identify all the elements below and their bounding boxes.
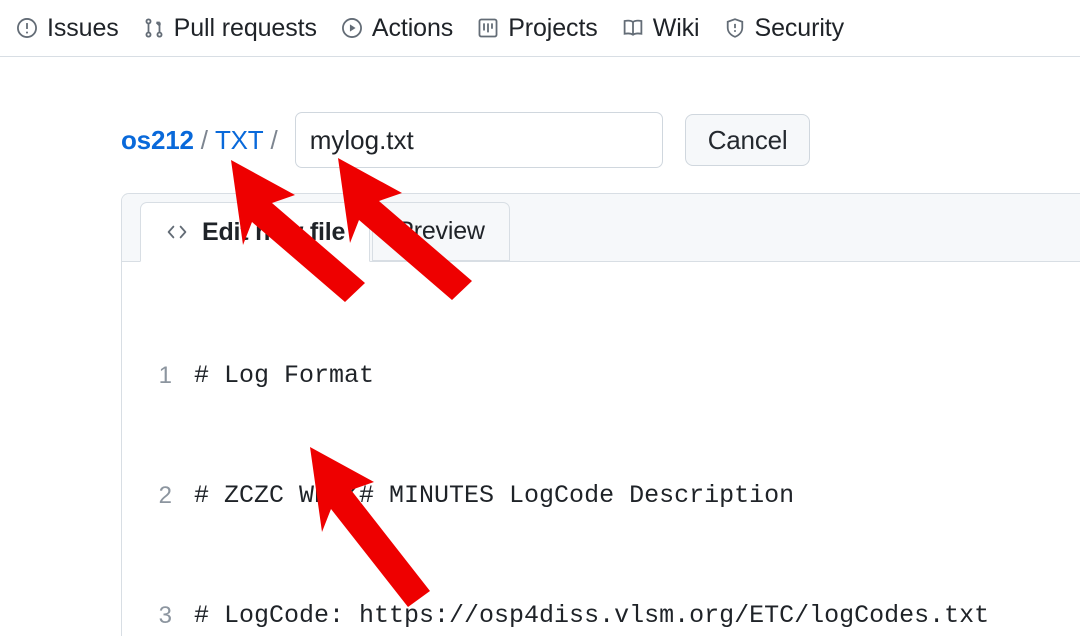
line-number: 2 [122,476,194,516]
line-content: # LogCode: https://osp4diss.vlsm.org/ETC… [194,596,1080,636]
nav-item-issues[interactable]: Issues [8,5,135,51]
cancel-button[interactable]: Cancel [685,114,811,166]
code-icon [165,220,189,244]
file-path-row: os212 / TXT / Cancel [121,112,810,168]
tab-preview-label: Preview [397,217,485,246]
issue-opened-icon [16,17,38,39]
nav-item-wiki-label: Wiki [653,14,700,43]
breadcrumb-separator-1: / [194,125,215,156]
breadcrumb-separator-2: / [263,125,284,156]
nav-item-actions[interactable]: Actions [333,5,469,51]
nav-item-wiki[interactable]: Wiki [614,5,716,51]
line-content: # ZCZC WEEK# MINUTES LogCode Description [194,476,1080,516]
code-line: 2 # ZCZC WEEK# MINUTES LogCode Descripti… [122,476,1080,516]
nav-item-pull-requests-label: Pull requests [174,14,317,43]
breadcrumb-directory-link[interactable]: TXT [215,125,264,156]
nav-item-projects-label: Projects [508,14,598,43]
line-content: # Log Format [194,356,1080,396]
nav-item-security[interactable]: Security [716,5,861,51]
tab-preview[interactable]: Preview [372,202,510,261]
code-line: 3 # LogCode: https://osp4diss.vlsm.org/E… [122,596,1080,636]
breadcrumb-repo-link[interactable]: os212 [121,125,194,156]
play-circle-icon [341,17,363,39]
code-editor-textarea[interactable]: 1 # Log Format 2 # ZCZC WEEK# MINUTES Lo… [122,262,1080,636]
nav-item-security-label: Security [755,14,845,43]
project-board-icon [477,17,499,39]
repository-nav: Issues Pull requests Actions [0,0,1080,57]
shield-icon [724,17,746,39]
line-number: 1 [122,356,194,396]
tab-edit-new-file[interactable]: Edit new file [140,202,370,262]
nav-item-pull-requests[interactable]: Pull requests [135,5,333,51]
filename-input[interactable] [295,112,663,168]
line-number: 3 [122,596,194,636]
tab-edit-new-file-label: Edit new file [202,218,345,247]
nav-item-issues-label: Issues [47,14,119,43]
editor-tab-bar: Edit new file Preview [122,194,1080,262]
nav-item-projects[interactable]: Projects [469,5,614,51]
git-pull-request-icon [143,17,165,39]
github-new-file-editor-page: Issues Pull requests Actions [0,0,1080,636]
file-editor-container: Edit new file Preview 1 # Log Format 2 #… [121,193,1080,636]
book-icon [622,17,644,39]
code-line: 1 # Log Format [122,356,1080,396]
nav-item-actions-label: Actions [372,14,453,43]
